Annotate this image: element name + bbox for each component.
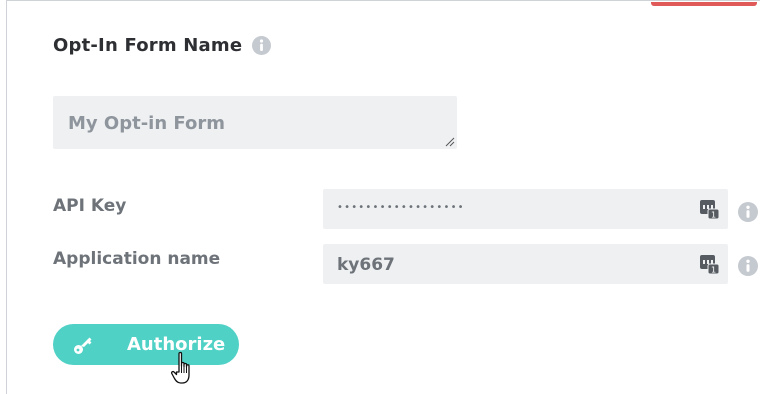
app-name-label: Application name — [53, 249, 221, 269]
form-name-placeholder: My Opt-in Form — [68, 113, 225, 134]
keypass-icon[interactable]: 1 — [698, 198, 720, 220]
key-icon — [74, 337, 92, 354]
top-accent-bar — [651, 2, 757, 6]
form-name-textarea[interactable]: My Opt-in Form — [53, 96, 457, 149]
keypass-icon[interactable]: 1 — [698, 253, 720, 275]
svg-text:1: 1 — [711, 266, 716, 275]
panel-left-border — [6, 0, 7, 394]
authorize-button[interactable]: Authorize — [53, 324, 239, 365]
panel-top-border — [6, 0, 760, 1]
info-icon[interactable] — [252, 36, 272, 55]
app-name-field[interactable]: ky667 1 — [323, 244, 728, 284]
api-key-field[interactable]: •••••••••••••••••• 1 — [323, 189, 728, 229]
api-key-info-icon[interactable] — [738, 202, 758, 222]
hand-pointer-icon — [170, 351, 190, 384]
app-name-info-icon[interactable] — [738, 256, 758, 276]
section-title-text: Opt-In Form Name — [53, 35, 243, 56]
svg-text:1: 1 — [711, 211, 716, 220]
resize-grip-icon[interactable] — [445, 137, 455, 147]
api-key-masked-value: •••••••••••••••••• — [337, 202, 465, 213]
api-key-label: API Key — [53, 196, 127, 216]
section-title: Opt-In Form Name — [53, 35, 272, 56]
app-name-value: ky667 — [337, 255, 395, 275]
